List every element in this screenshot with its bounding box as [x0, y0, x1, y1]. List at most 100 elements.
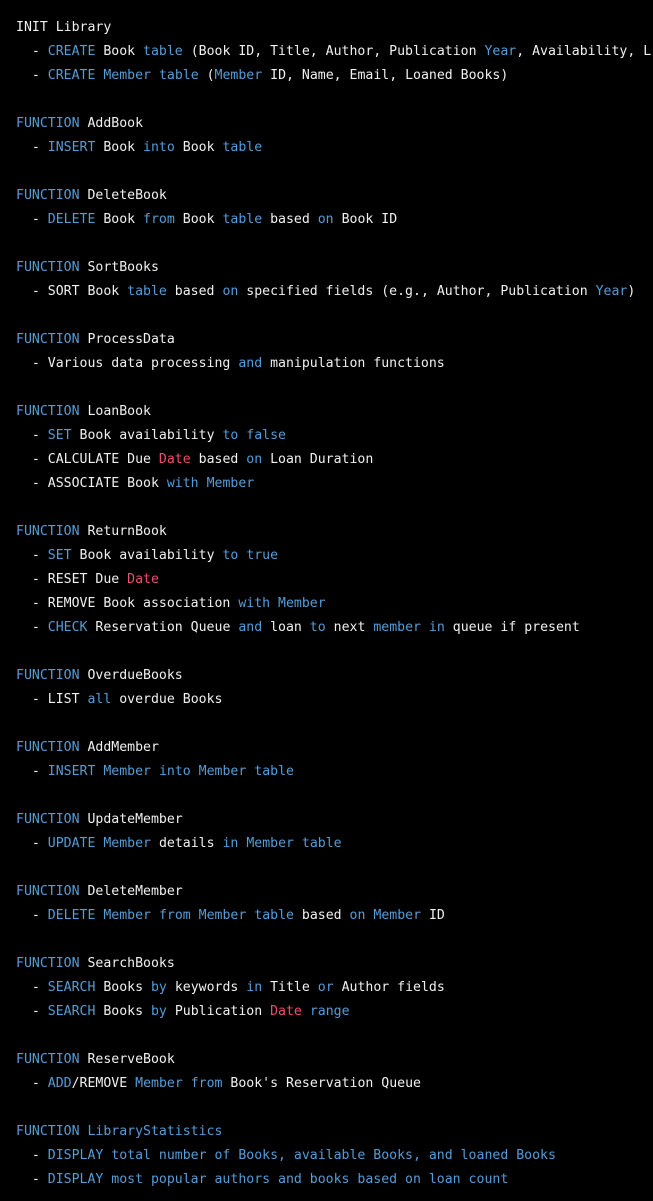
code-token: ProcessData: [79, 332, 175, 347]
code-token: AddMember: [79, 740, 159, 755]
code-line: FUNCTION AddMember: [0, 736, 653, 760]
code-token: -: [16, 836, 48, 851]
code-line: - DISPLAY total number of Books, availab…: [0, 1144, 653, 1168]
code-token: details: [151, 836, 223, 851]
code-token: Books: [95, 980, 151, 995]
code-token: specified fields (e.g., Author, Publicat…: [238, 284, 596, 299]
code-token: Year: [595, 284, 628, 299]
code-token: Member: [214, 68, 263, 83]
code-token: DISPLAY most popular authors and books b…: [47, 1172, 509, 1187]
code-token: to: [309, 620, 326, 635]
code-token: Member: [198, 764, 247, 779]
code-line: FUNCTION UpdateMember: [0, 808, 653, 832]
code-token: LoanBook: [79, 404, 151, 419]
code-token: into: [158, 764, 191, 779]
code-line: - SEARCH Books by keywords in Title or A…: [0, 976, 653, 1000]
code-token: DISPLAY total number of Books, available…: [47, 1148, 556, 1163]
code-token: FUNCTION: [16, 188, 80, 203]
code-token: and: [238, 620, 263, 635]
code-token: Date: [127, 572, 159, 587]
code-line: - SEARCH Books by Publication Date range: [0, 1000, 653, 1024]
code-token: FUNCTION: [16, 404, 80, 419]
code-token: Member: [246, 836, 294, 851]
code-token: -: [16, 68, 48, 83]
code-token: DeleteBook: [79, 188, 167, 203]
code-line: FUNCTION ReserveBook: [0, 1048, 653, 1072]
code-token: Year: [484, 44, 517, 59]
code-token: loan: [262, 620, 310, 635]
code-line: FUNCTION DeleteMember: [0, 880, 653, 904]
code-token: - SORT Book: [16, 284, 128, 299]
code-token: -: [16, 1004, 48, 1019]
code-token: table: [254, 764, 294, 779]
code-token: ReturnBook: [79, 524, 167, 539]
code-token: SearchBooks: [79, 956, 175, 971]
code-line: FUNCTION ProcessData: [0, 328, 653, 352]
code-line: FUNCTION ReturnBook: [0, 520, 653, 544]
code-token: CREATE: [47, 68, 96, 83]
code-token: from: [143, 212, 175, 227]
code-token: SET: [47, 548, 72, 563]
code-token: UpdateMember: [79, 812, 183, 827]
code-token: Member: [373, 908, 422, 923]
code-token: Date: [158, 452, 191, 467]
code-line: - DELETE Member from Member table based …: [0, 904, 653, 928]
code-token: on: [222, 284, 239, 299]
code-token: Book ID: [333, 212, 398, 227]
code-line: - CREATE Book table (Book ID, Title, Aut…: [0, 40, 653, 64]
code-token: Book: [95, 44, 144, 59]
code-line: - REMOVE Book association with Member: [0, 592, 653, 616]
code-token: by: [150, 1004, 167, 1019]
code-token: -: [16, 1172, 48, 1187]
code-token: FUNCTION: [16, 524, 80, 539]
code-line: - ASSOCIATE Book with Member: [0, 472, 653, 496]
code-token: range: [309, 1004, 350, 1019]
code-line: - CALCULATE Due Date based on Loan Durat…: [0, 448, 653, 472]
code-line: FUNCTION SortBooks: [0, 256, 653, 280]
code-token: Member: [198, 908, 247, 923]
code-line: - ADD/REMOVE Member from Book's Reservat…: [0, 1072, 653, 1096]
code-token: Publication: [166, 1004, 271, 1019]
code-token: FUNCTION: [16, 668, 80, 683]
code-token: SEARCH: [47, 1004, 96, 1019]
code-token: - ASSOCIATE Book: [16, 476, 167, 491]
code-token: on: [246, 452, 263, 467]
code-token: based: [190, 452, 247, 467]
code-line: - SET Book availability to false: [0, 424, 653, 448]
code-token: with: [238, 596, 271, 611]
code-token: table: [254, 908, 294, 923]
code-token: table: [301, 836, 342, 851]
code-token: -: [16, 908, 48, 923]
pseudocode-block: INIT Library - CREATE Book table (Book I…: [0, 16, 653, 1192]
code-token: , Availability, L: [516, 44, 652, 59]
code-token: -: [16, 548, 48, 563]
code-token: CHECK: [47, 620, 88, 635]
code-token: member: [373, 620, 421, 635]
code-line: - CREATE Member table (Member ID, Name, …: [0, 64, 653, 88]
code-token: DELETE: [47, 908, 96, 923]
code-token: from: [158, 908, 191, 923]
code-token: Books: [95, 1004, 151, 1019]
code-token: to: [222, 428, 239, 443]
code-line: - DISPLAY most popular authors and books…: [0, 1168, 653, 1192]
code-token: FUNCTION: [16, 332, 80, 347]
code-token: Book: [174, 212, 223, 227]
code-token: true: [246, 548, 279, 563]
code-token: based: [262, 212, 318, 227]
code-token: DeleteMember: [79, 884, 183, 899]
code-token: Reservation Queue: [87, 620, 239, 635]
code-token: all: [87, 692, 112, 707]
code-token: overdue Books: [111, 692, 223, 707]
code-token: table: [127, 284, 167, 299]
code-token: AddBook: [79, 116, 144, 131]
code-token: SortBooks: [79, 260, 159, 275]
